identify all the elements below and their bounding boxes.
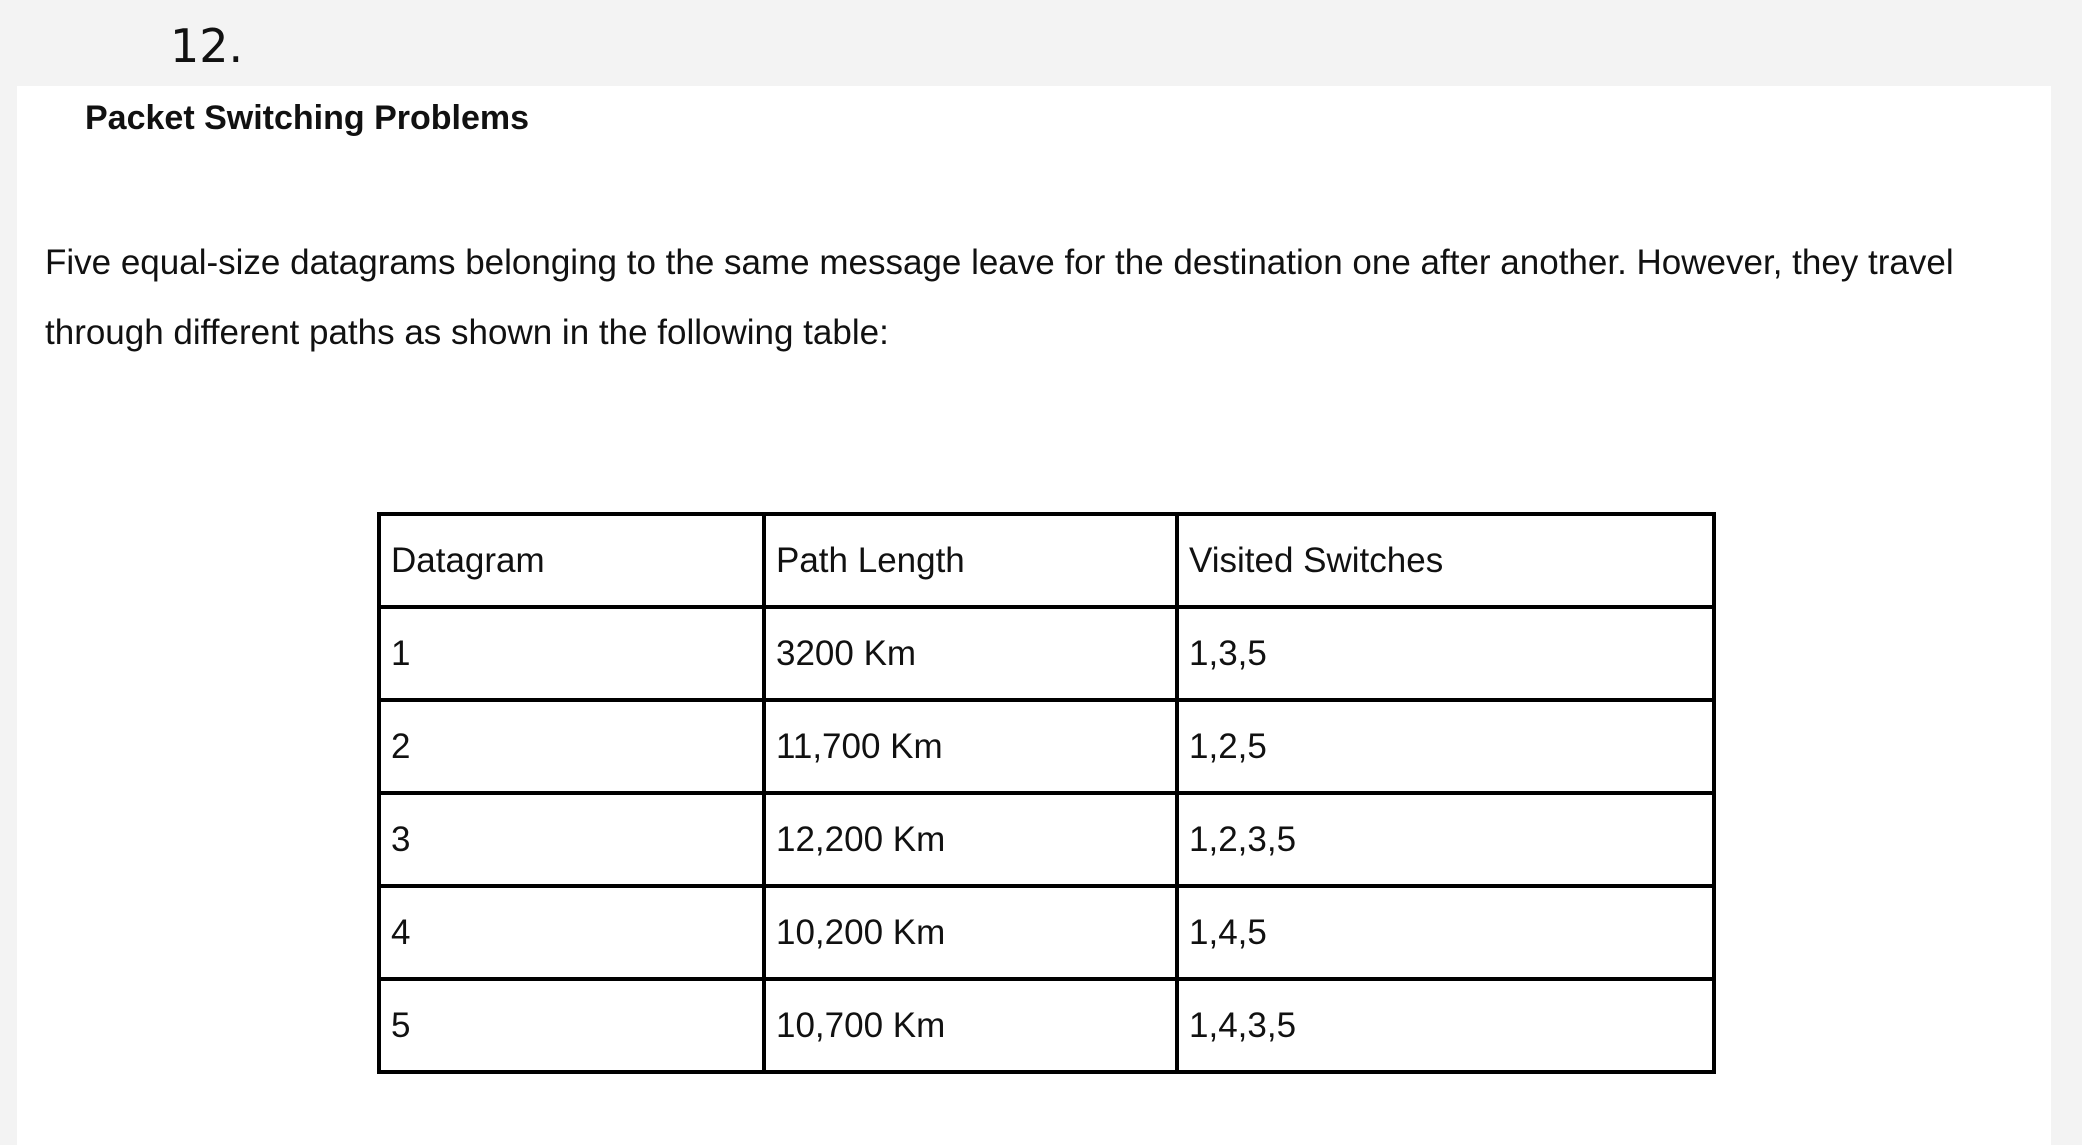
cell-datagram: 2 <box>377 698 766 795</box>
cell-datagram: 3 <box>377 791 766 888</box>
cell-visited-switches: 1,4,3,5 <box>1175 977 1716 1074</box>
problem-statement: Five equal-size datagrams belonging to t… <box>45 228 2045 368</box>
question-number: 12. <box>170 19 244 73</box>
header-visited-switches: Visited Switches <box>1175 512 1716 609</box>
cell-datagram: 1 <box>377 605 766 702</box>
cell-path-length: 3200 Km <box>762 605 1179 702</box>
table-row: 1 3200 Km 1,3,5 <box>377 605 1716 702</box>
table-row: 5 10,700 Km 1,4,3,5 <box>377 977 1716 1074</box>
document-title: Packet Switching Problems <box>85 99 530 137</box>
problem-statement-line: Five equal-size datagrams belonging to t… <box>45 243 1954 282</box>
cell-path-length: 10,700 Km <box>762 977 1179 1074</box>
cell-path-length: 12,200 Km <box>762 791 1179 888</box>
header-datagram: Datagram <box>377 512 766 609</box>
cell-datagram: 4 <box>377 884 766 981</box>
cell-visited-switches: 1,2,3,5 <box>1175 791 1716 888</box>
cell-visited-switches: 1,2,5 <box>1175 698 1716 795</box>
document-page: Packet Switching Problems Five equal-siz… <box>17 86 2051 1145</box>
table-row: 2 11,700 Km 1,2,5 <box>377 698 1716 795</box>
table-row: 3 12,200 Km 1,2,3,5 <box>377 791 1716 888</box>
datagram-table: Datagram Path Length Visited Switches 1 … <box>377 512 1716 1074</box>
cell-path-length: 10,200 Km <box>762 884 1179 981</box>
table-header-row: Datagram Path Length Visited Switches <box>377 512 1716 609</box>
cell-path-length: 11,700 Km <box>762 698 1179 795</box>
header-path-length: Path Length <box>762 512 1179 609</box>
cell-datagram: 5 <box>377 977 766 1074</box>
cell-visited-switches: 1,4,5 <box>1175 884 1716 981</box>
problem-statement-line: through different paths as shown in the … <box>45 313 889 352</box>
cell-visited-switches: 1,3,5 <box>1175 605 1716 702</box>
table-row: 4 10,200 Km 1,4,5 <box>377 884 1716 981</box>
